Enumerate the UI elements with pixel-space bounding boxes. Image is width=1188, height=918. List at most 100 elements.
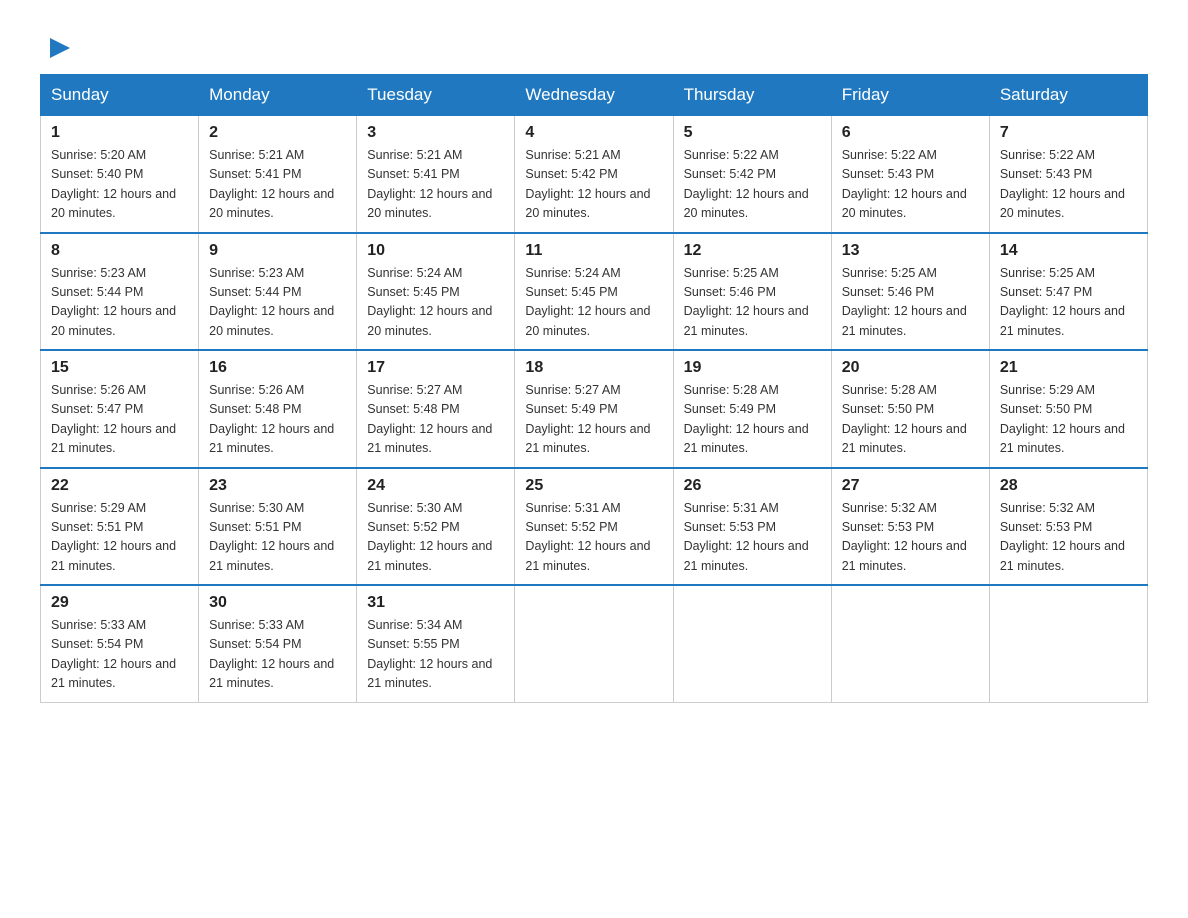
logo [40,30,80,58]
day-number: 21 [1000,359,1137,377]
calendar-cell: 15 Sunrise: 5:26 AMSunset: 5:47 PMDaylig… [41,350,199,468]
day-number: 24 [367,477,504,495]
calendar-cell: 18 Sunrise: 5:27 AMSunset: 5:49 PMDaylig… [515,350,673,468]
day-info: Sunrise: 5:22 AMSunset: 5:42 PMDaylight:… [684,148,809,220]
day-number: 6 [842,124,979,142]
day-number: 16 [209,359,346,377]
calendar-cell: 9 Sunrise: 5:23 AMSunset: 5:44 PMDayligh… [199,233,357,351]
day-info: Sunrise: 5:22 AMSunset: 5:43 PMDaylight:… [842,148,967,220]
day-info: Sunrise: 5:25 AMSunset: 5:46 PMDaylight:… [684,266,809,338]
calendar-cell: 16 Sunrise: 5:26 AMSunset: 5:48 PMDaylig… [199,350,357,468]
day-info: Sunrise: 5:26 AMSunset: 5:47 PMDaylight:… [51,383,176,455]
calendar-cell: 13 Sunrise: 5:25 AMSunset: 5:46 PMDaylig… [831,233,989,351]
day-info: Sunrise: 5:23 AMSunset: 5:44 PMDaylight:… [51,266,176,338]
calendar-cell: 14 Sunrise: 5:25 AMSunset: 5:47 PMDaylig… [989,233,1147,351]
calendar-cell: 29 Sunrise: 5:33 AMSunset: 5:54 PMDaylig… [41,585,199,702]
calendar-cell: 5 Sunrise: 5:22 AMSunset: 5:42 PMDayligh… [673,116,831,233]
day-header-wednesday: Wednesday [515,75,673,116]
calendar-cell: 21 Sunrise: 5:29 AMSunset: 5:50 PMDaylig… [989,350,1147,468]
calendar-cell: 24 Sunrise: 5:30 AMSunset: 5:52 PMDaylig… [357,468,515,586]
day-number: 7 [1000,124,1137,142]
day-header-sunday: Sunday [41,75,199,116]
day-info: Sunrise: 5:24 AMSunset: 5:45 PMDaylight:… [367,266,492,338]
calendar-cell [831,585,989,702]
day-number: 4 [525,124,662,142]
day-info: Sunrise: 5:25 AMSunset: 5:46 PMDaylight:… [842,266,967,338]
week-row: 8 Sunrise: 5:23 AMSunset: 5:44 PMDayligh… [41,233,1148,351]
day-number: 8 [51,242,188,260]
calendar-cell: 25 Sunrise: 5:31 AMSunset: 5:52 PMDaylig… [515,468,673,586]
calendar-cell: 4 Sunrise: 5:21 AMSunset: 5:42 PMDayligh… [515,116,673,233]
day-info: Sunrise: 5:24 AMSunset: 5:45 PMDaylight:… [525,266,650,338]
day-info: Sunrise: 5:21 AMSunset: 5:42 PMDaylight:… [525,148,650,220]
day-number: 31 [367,594,504,612]
day-info: Sunrise: 5:25 AMSunset: 5:47 PMDaylight:… [1000,266,1125,338]
calendar-cell: 27 Sunrise: 5:32 AMSunset: 5:53 PMDaylig… [831,468,989,586]
day-info: Sunrise: 5:26 AMSunset: 5:48 PMDaylight:… [209,383,334,455]
calendar-cell: 22 Sunrise: 5:29 AMSunset: 5:51 PMDaylig… [41,468,199,586]
calendar-cell: 26 Sunrise: 5:31 AMSunset: 5:53 PMDaylig… [673,468,831,586]
day-info: Sunrise: 5:21 AMSunset: 5:41 PMDaylight:… [209,148,334,220]
day-number: 20 [842,359,979,377]
calendar-cell [673,585,831,702]
calendar-cell: 8 Sunrise: 5:23 AMSunset: 5:44 PMDayligh… [41,233,199,351]
day-number: 26 [684,477,821,495]
calendar-cell: 1 Sunrise: 5:20 AMSunset: 5:40 PMDayligh… [41,116,199,233]
day-header-tuesday: Tuesday [357,75,515,116]
calendar-cell: 6 Sunrise: 5:22 AMSunset: 5:43 PMDayligh… [831,116,989,233]
day-info: Sunrise: 5:28 AMSunset: 5:49 PMDaylight:… [684,383,809,455]
day-number: 9 [209,242,346,260]
day-info: Sunrise: 5:32 AMSunset: 5:53 PMDaylight:… [842,501,967,573]
day-info: Sunrise: 5:34 AMSunset: 5:55 PMDaylight:… [367,618,492,690]
calendar-cell: 20 Sunrise: 5:28 AMSunset: 5:50 PMDaylig… [831,350,989,468]
day-number: 28 [1000,477,1137,495]
day-number: 14 [1000,242,1137,260]
page-header [40,30,1148,58]
calendar-cell: 28 Sunrise: 5:32 AMSunset: 5:53 PMDaylig… [989,468,1147,586]
day-info: Sunrise: 5:27 AMSunset: 5:48 PMDaylight:… [367,383,492,455]
calendar-cell: 12 Sunrise: 5:25 AMSunset: 5:46 PMDaylig… [673,233,831,351]
day-number: 23 [209,477,346,495]
week-row: 29 Sunrise: 5:33 AMSunset: 5:54 PMDaylig… [41,585,1148,702]
day-info: Sunrise: 5:33 AMSunset: 5:54 PMDaylight:… [51,618,176,690]
day-number: 13 [842,242,979,260]
day-number: 30 [209,594,346,612]
day-info: Sunrise: 5:30 AMSunset: 5:52 PMDaylight:… [367,501,492,573]
day-number: 22 [51,477,188,495]
day-header-saturday: Saturday [989,75,1147,116]
day-header-monday: Monday [199,75,357,116]
day-info: Sunrise: 5:30 AMSunset: 5:51 PMDaylight:… [209,501,334,573]
calendar-cell: 19 Sunrise: 5:28 AMSunset: 5:49 PMDaylig… [673,350,831,468]
day-number: 15 [51,359,188,377]
day-info: Sunrise: 5:27 AMSunset: 5:49 PMDaylight:… [525,383,650,455]
week-row: 1 Sunrise: 5:20 AMSunset: 5:40 PMDayligh… [41,116,1148,233]
day-info: Sunrise: 5:20 AMSunset: 5:40 PMDaylight:… [51,148,176,220]
day-info: Sunrise: 5:29 AMSunset: 5:51 PMDaylight:… [51,501,176,573]
day-number: 17 [367,359,504,377]
day-number: 1 [51,124,188,142]
day-number: 18 [525,359,662,377]
day-number: 12 [684,242,821,260]
day-info: Sunrise: 5:28 AMSunset: 5:50 PMDaylight:… [842,383,967,455]
calendar-cell: 3 Sunrise: 5:21 AMSunset: 5:41 PMDayligh… [357,116,515,233]
day-info: Sunrise: 5:32 AMSunset: 5:53 PMDaylight:… [1000,501,1125,573]
day-info: Sunrise: 5:23 AMSunset: 5:44 PMDaylight:… [209,266,334,338]
days-of-week-row: SundayMondayTuesdayWednesdayThursdayFrid… [41,75,1148,116]
calendar-cell: 11 Sunrise: 5:24 AMSunset: 5:45 PMDaylig… [515,233,673,351]
day-info: Sunrise: 5:21 AMSunset: 5:41 PMDaylight:… [367,148,492,220]
calendar-cell: 2 Sunrise: 5:21 AMSunset: 5:41 PMDayligh… [199,116,357,233]
week-row: 15 Sunrise: 5:26 AMSunset: 5:47 PMDaylig… [41,350,1148,468]
day-header-friday: Friday [831,75,989,116]
logo-icon [42,30,78,66]
day-number: 10 [367,242,504,260]
day-info: Sunrise: 5:22 AMSunset: 5:43 PMDaylight:… [1000,148,1125,220]
day-info: Sunrise: 5:29 AMSunset: 5:50 PMDaylight:… [1000,383,1125,455]
calendar-cell [989,585,1147,702]
day-info: Sunrise: 5:33 AMSunset: 5:54 PMDaylight:… [209,618,334,690]
calendar-cell: 31 Sunrise: 5:34 AMSunset: 5:55 PMDaylig… [357,585,515,702]
week-row: 22 Sunrise: 5:29 AMSunset: 5:51 PMDaylig… [41,468,1148,586]
calendar-cell: 30 Sunrise: 5:33 AMSunset: 5:54 PMDaylig… [199,585,357,702]
day-number: 2 [209,124,346,142]
day-info: Sunrise: 5:31 AMSunset: 5:53 PMDaylight:… [684,501,809,573]
day-number: 25 [525,477,662,495]
